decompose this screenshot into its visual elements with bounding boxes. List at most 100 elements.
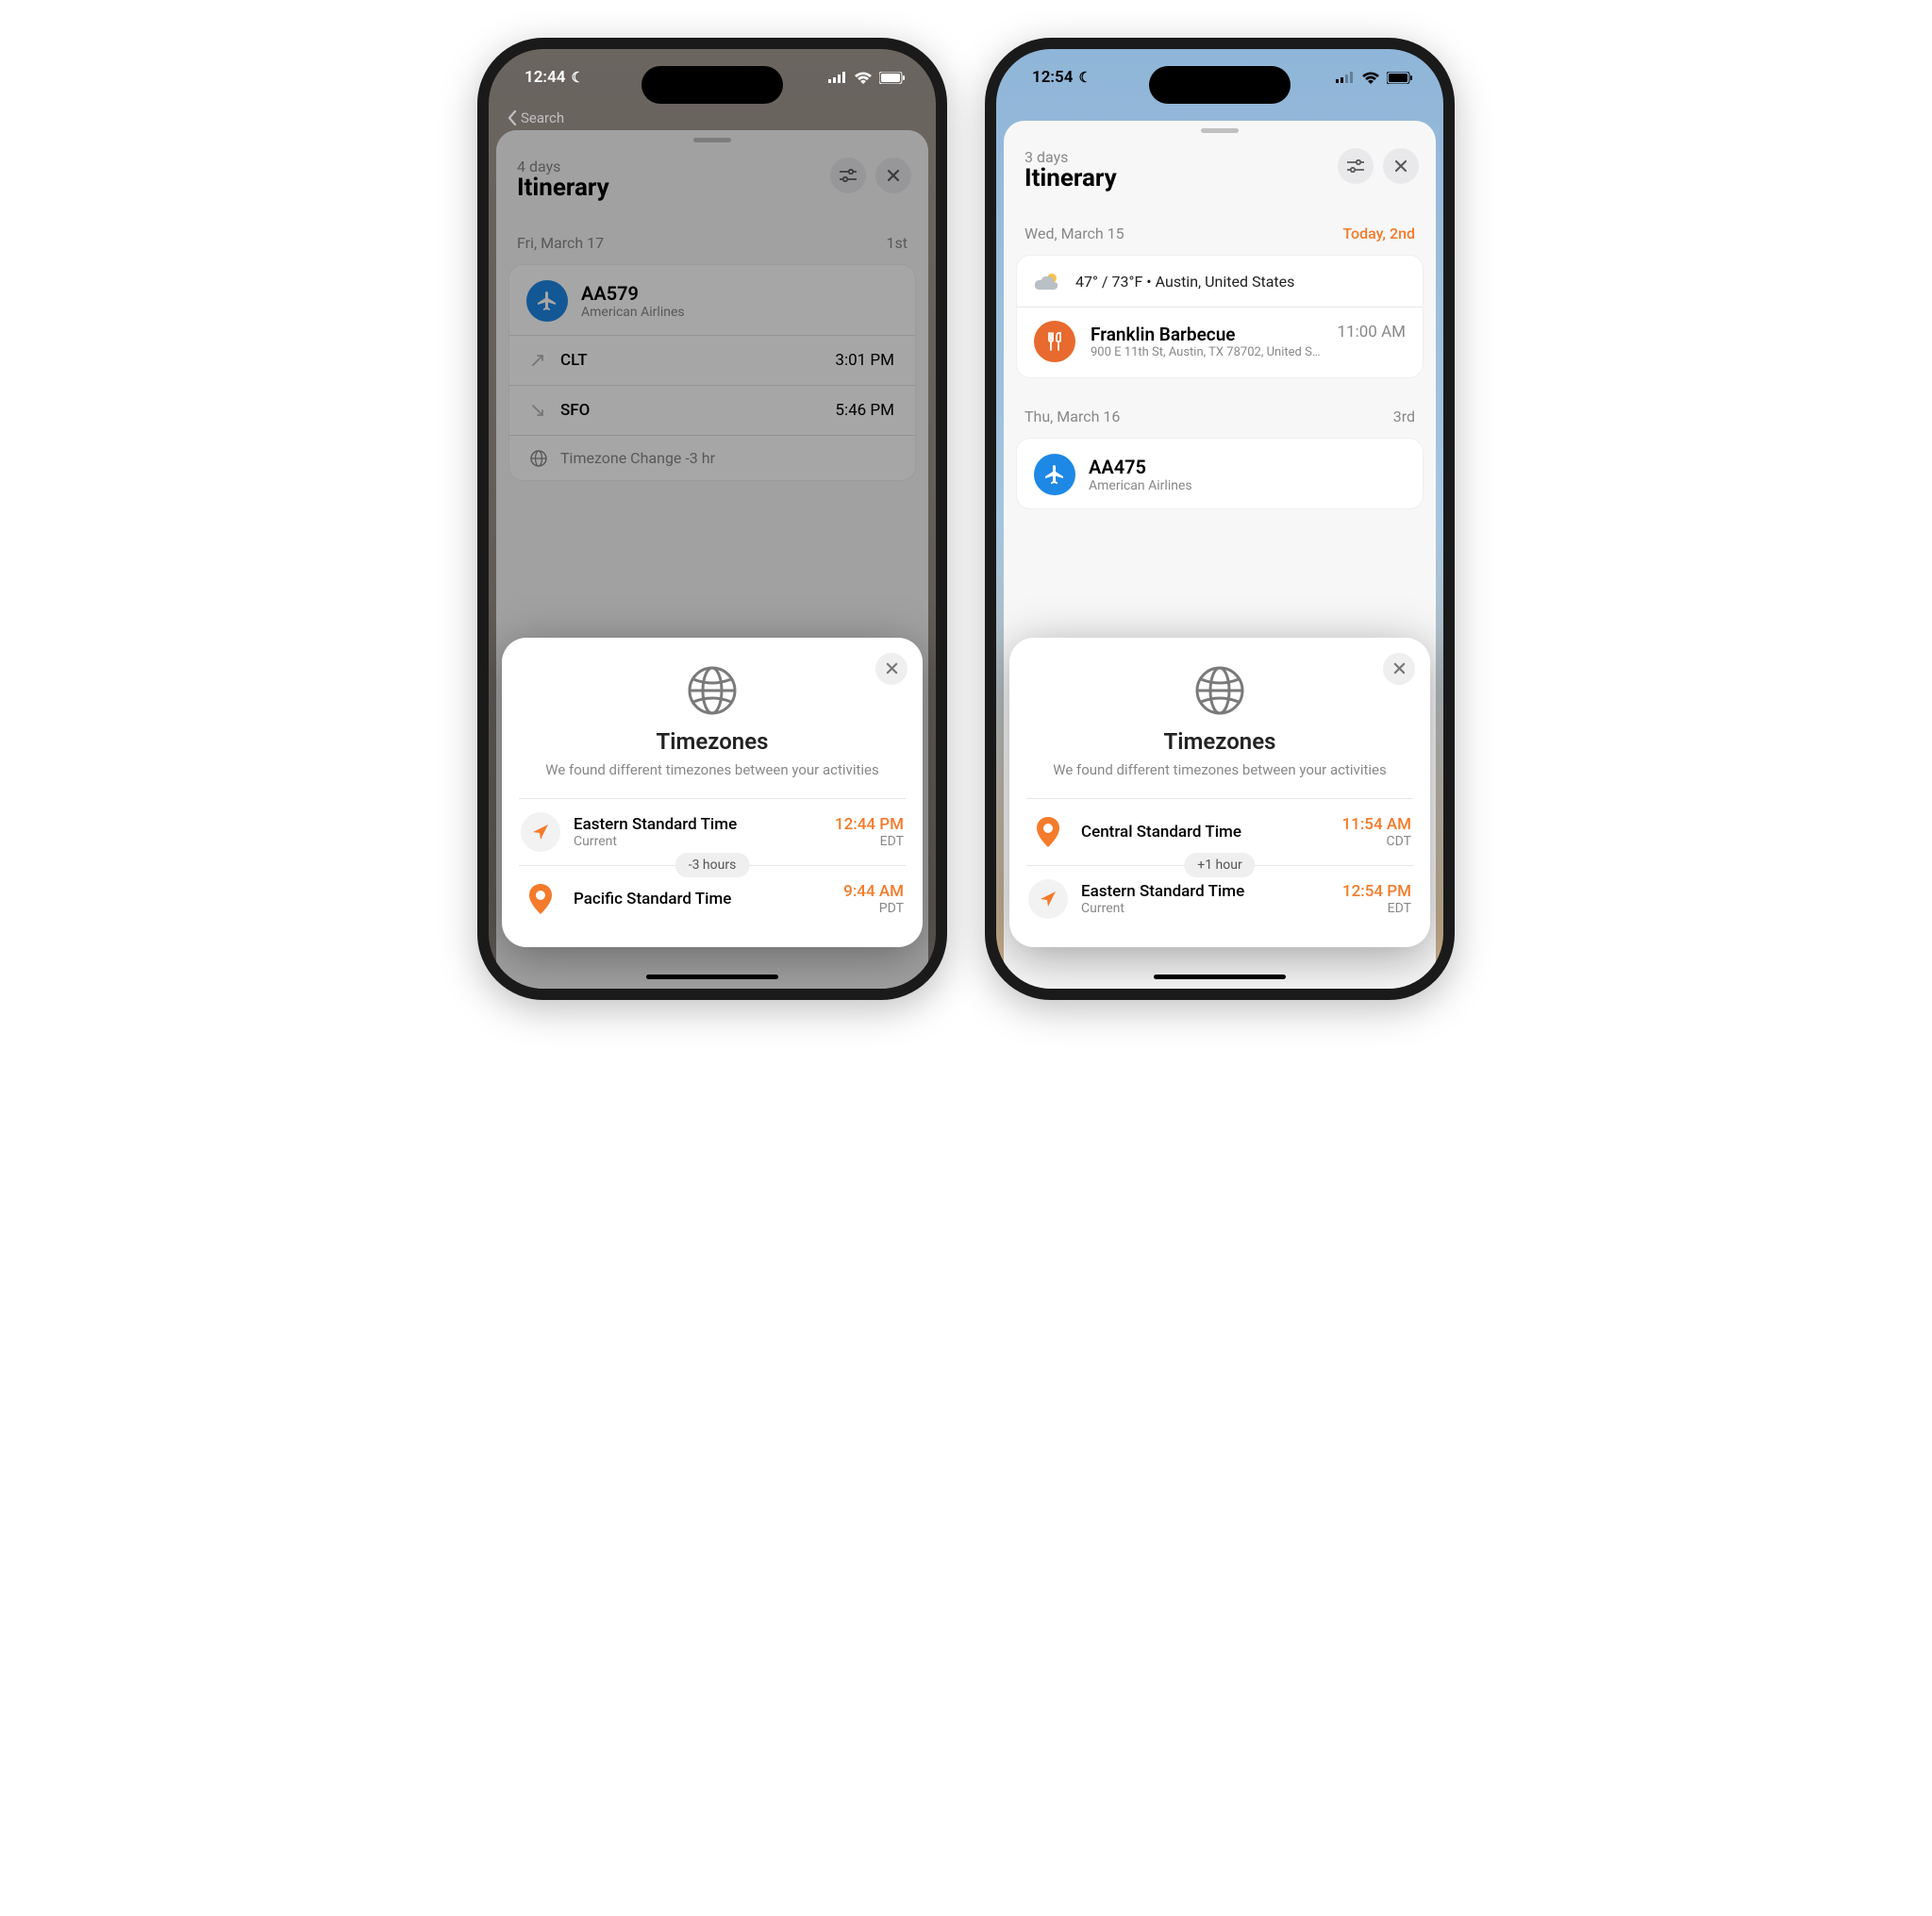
map-pin-icon — [1028, 812, 1068, 852]
screen: 12:54 ☾ 3 days Itinerary — [996, 49, 1443, 989]
flight-card[interactable]: AA579 American Airlines CLT 3:01 PM — [509, 265, 915, 480]
timezone-time: 11:54 AM — [1342, 815, 1412, 834]
weather-row[interactable]: 47° / 73°F • Austin, United States — [1017, 256, 1423, 307]
status-right-icons — [1336, 72, 1413, 84]
flight-number: AA475 — [1089, 457, 1192, 478]
cellular-icon — [828, 72, 847, 83]
sliders-icon — [1347, 159, 1364, 173]
sheet-title: Itinerary — [517, 174, 609, 202]
flight-number: AA579 — [581, 283, 685, 305]
departure-row: CLT 3:01 PM — [509, 335, 915, 385]
close-sheet-button[interactable] — [875, 158, 911, 193]
modal-close-button[interactable] — [875, 653, 908, 685]
place-name: Franklin Barbecue — [1091, 324, 1323, 345]
arrival-arrow-icon — [530, 403, 545, 418]
timezone-abbr: CDT — [1342, 834, 1412, 849]
timezone-item[interactable]: -3 hours Pacific Standard Time 9:44 AM P… — [519, 865, 906, 932]
departure-time: 3:01 PM — [835, 351, 894, 370]
timezone-item[interactable]: +1 hour Eastern Standard Time Current 12… — [1026, 865, 1413, 932]
timezone-time: 12:54 PM — [1342, 882, 1411, 901]
sliders-icon — [840, 169, 857, 182]
modal-title: Timezones — [1026, 728, 1413, 755]
battery-icon — [1387, 72, 1413, 84]
dnd-moon-icon: ☾ — [571, 69, 583, 86]
dnd-moon-icon: ☾ — [1078, 69, 1091, 86]
timezones-modal: Timezones We found different timezones b… — [1009, 638, 1430, 947]
close-icon — [1394, 159, 1407, 173]
timezone-diff-badge: +1 hour — [1184, 853, 1255, 877]
sheet-title: Itinerary — [1024, 164, 1117, 192]
cellular-icon — [1336, 72, 1355, 83]
filter-button[interactable] — [1338, 148, 1374, 184]
modal-globe-icon — [519, 664, 906, 717]
timezone-name: Eastern Standard Time — [574, 815, 822, 834]
close-icon — [886, 662, 898, 675]
timezone-change-text: Timezone Change -3 hr — [560, 449, 715, 467]
arrival-time: 5:46 PM — [835, 401, 894, 420]
status-time: 12:44 — [525, 68, 565, 87]
phone-right: 12:54 ☾ 3 days Itinerary — [985, 38, 1455, 1000]
wifi-icon — [855, 72, 872, 84]
timezone-name: Central Standard Time — [1081, 823, 1329, 841]
weather-icon — [1034, 271, 1060, 292]
dynamic-island — [1149, 66, 1291, 104]
day-header: Fri, March 17 1st — [496, 219, 928, 265]
restaurant-icon — [1034, 321, 1075, 362]
filter-button[interactable] — [830, 158, 866, 193]
airline-name: American Airlines — [581, 305, 685, 320]
screen: 12:44 ☾ Search 4 days Itinerary — [489, 49, 936, 989]
home-indicator[interactable] — [646, 975, 778, 979]
dynamic-island — [641, 66, 783, 104]
map-pin-icon — [521, 879, 560, 919]
phone-left: 12:44 ☾ Search 4 days Itinerary — [477, 38, 947, 1000]
timezone-abbr: EDT — [835, 834, 904, 849]
chevron-left-icon — [508, 110, 517, 125]
flight-card[interactable]: AA475 American Airlines — [1017, 439, 1423, 508]
airplane-icon — [526, 280, 568, 322]
modal-globe-icon — [1026, 664, 1413, 717]
timezone-current-label: Current — [1081, 901, 1329, 916]
timezone-time: 12:44 PM — [835, 815, 904, 834]
airline-name: American Airlines — [1089, 478, 1192, 493]
day-ordinal: Today, 2nd — [1342, 225, 1415, 242]
sheet-grabber[interactable] — [693, 138, 731, 142]
close-icon — [1393, 662, 1406, 675]
modal-description: We found different timezones between you… — [534, 760, 891, 779]
day-ordinal: 3rd — [1393, 408, 1415, 425]
departure-arrow-icon — [530, 353, 545, 368]
back-link[interactable]: Search — [508, 109, 564, 126]
day-header: Wed, March 15 Today, 2nd — [1004, 209, 1436, 256]
timezone-diff-badge: -3 hours — [675, 853, 750, 877]
battery-icon — [879, 72, 906, 84]
home-indicator[interactable] — [1154, 975, 1286, 979]
timezone-change-row: Timezone Change -3 hr — [509, 435, 915, 480]
close-sheet-button[interactable] — [1383, 148, 1419, 184]
timezone-name: Pacific Standard Time — [574, 890, 830, 908]
status-right-icons — [828, 72, 906, 84]
timezone-abbr: PDT — [843, 901, 904, 916]
place-row[interactable]: Franklin Barbecue 900 E 11th St, Austin,… — [1017, 307, 1423, 377]
close-icon — [887, 169, 900, 182]
wifi-icon — [1362, 72, 1379, 84]
timezone-current-label: Current — [574, 834, 822, 849]
place-time: 11:00 AM — [1338, 323, 1406, 342]
timezone-time: 9:44 AM — [843, 882, 904, 901]
modal-description: We found different timezones between you… — [1041, 760, 1398, 779]
location-arrow-icon — [521, 812, 560, 852]
airplane-icon — [1034, 454, 1075, 495]
timezone-abbr: EDT — [1342, 901, 1411, 916]
weather-text: 47° / 73°F • Austin, United States — [1075, 273, 1294, 291]
modal-close-button[interactable] — [1383, 653, 1415, 685]
day-ordinal: 1st — [887, 234, 908, 252]
arrival-code: SFO — [560, 401, 590, 420]
sheet-header: 4 days Itinerary — [496, 154, 928, 219]
day-date: Thu, March 16 — [1024, 408, 1120, 425]
day-card: 47° / 73°F • Austin, United States Frank… — [1017, 256, 1423, 377]
sheet-header: 3 days Itinerary — [1004, 144, 1436, 209]
day-date: Fri, March 17 — [517, 234, 604, 252]
arrival-row: SFO 5:46 PM — [509, 385, 915, 435]
sheet-grabber[interactable] — [1201, 128, 1239, 133]
location-arrow-icon — [1028, 879, 1068, 919]
timezones-modal: Timezones We found different timezones b… — [502, 638, 923, 947]
day-date: Wed, March 15 — [1024, 225, 1124, 242]
